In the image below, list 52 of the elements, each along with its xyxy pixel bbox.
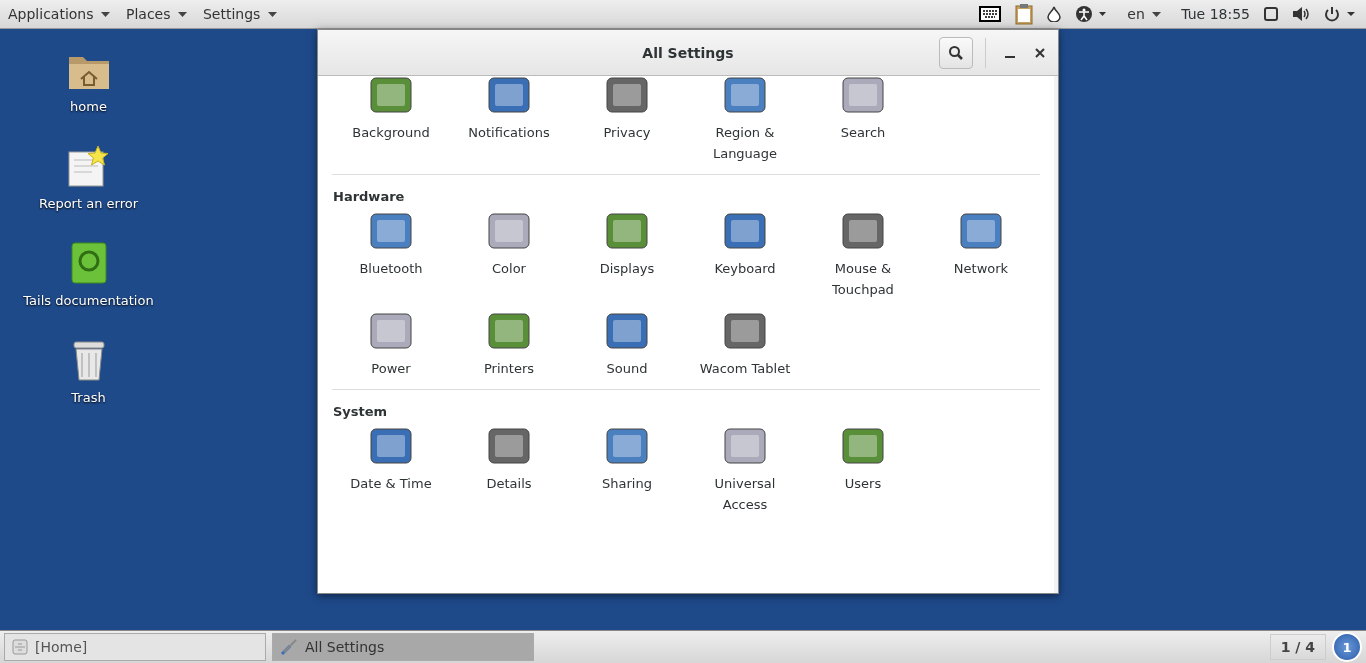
- settings-item[interactable]: Power: [332, 310, 450, 379]
- desktop-icon-label[interactable]: Trash: [71, 390, 106, 405]
- window-icon[interactable]: [1264, 7, 1278, 21]
- settings-item[interactable]: Mouse & Touchpad: [804, 210, 922, 300]
- drawer-icon: [11, 638, 29, 656]
- settings-item[interactable]: Notifications: [450, 76, 568, 164]
- clock[interactable]: Tue 18:55: [1181, 6, 1250, 22]
- settings-item[interactable]: Sharing: [568, 425, 686, 515]
- power-icon[interactable]: [1324, 6, 1358, 22]
- window-title: All Settings: [642, 44, 734, 61]
- menu-button[interactable]: Places: [119, 4, 193, 24]
- workspace-indicator[interactable]: 1 / 4: [1269, 634, 1326, 660]
- settings-item[interactable]: Privacy: [568, 76, 686, 164]
- volume-icon[interactable]: [1292, 6, 1310, 22]
- caret-icon: [267, 12, 277, 18]
- clipboard-icon[interactable]: [1015, 3, 1034, 25]
- accessibility-icon[interactable]: [1075, 5, 1108, 23]
- desktop-icon-label[interactable]: Report an error: [38, 196, 138, 211]
- caret-icon: [100, 12, 110, 18]
- settings-item[interactable]: Wacom Tablet: [686, 310, 804, 379]
- close-icon[interactable]: [1034, 47, 1046, 59]
- document-star-icon[interactable]: [66, 144, 111, 188]
- settings-item[interactable]: Color: [450, 210, 568, 300]
- caret-icon: [1152, 12, 1162, 18]
- settings-item[interactable]: Background: [332, 76, 450, 164]
- settings-item[interactable]: Search: [804, 76, 922, 164]
- settings-item[interactable]: Printers: [450, 310, 568, 379]
- task-button[interactable]: [Home]: [4, 633, 266, 661]
- settings-item[interactable]: Details: [450, 425, 568, 515]
- language-menu[interactable]: en: [1121, 4, 1168, 24]
- search-button[interactable]: [939, 37, 973, 69]
- section-heading: System: [333, 404, 389, 419]
- task-button[interactable]: All Settings: [272, 633, 534, 661]
- settings-item[interactable]: Bluetooth: [332, 210, 450, 300]
- settings-item[interactable]: Network: [922, 210, 1040, 300]
- desktop-icon-label[interactable]: Tails documentation: [23, 293, 154, 308]
- settings-item[interactable]: Displays: [568, 210, 686, 300]
- search-icon: [948, 45, 964, 61]
- settings-item[interactable]: Region & Language: [686, 76, 804, 164]
- settings-item[interactable]: Universal Access: [686, 425, 804, 515]
- section-heading: Hardware: [333, 189, 406, 204]
- settings-item[interactable]: Sound: [568, 310, 686, 379]
- caret-icon: [177, 12, 187, 18]
- book-icon[interactable]: [68, 241, 109, 285]
- settings-item[interactable]: Date & Time: [332, 425, 450, 515]
- settings-item[interactable]: Keyboard: [686, 210, 804, 300]
- menu-button[interactable]: Settings: [196, 4, 283, 24]
- menu-button[interactable]: Applications: [2, 4, 116, 24]
- keyboard-icon[interactable]: [979, 6, 1002, 22]
- tools-icon: [279, 637, 299, 657]
- settings-item[interactable]: Users: [804, 425, 922, 515]
- desktop-icon-label[interactable]: home: [70, 99, 107, 114]
